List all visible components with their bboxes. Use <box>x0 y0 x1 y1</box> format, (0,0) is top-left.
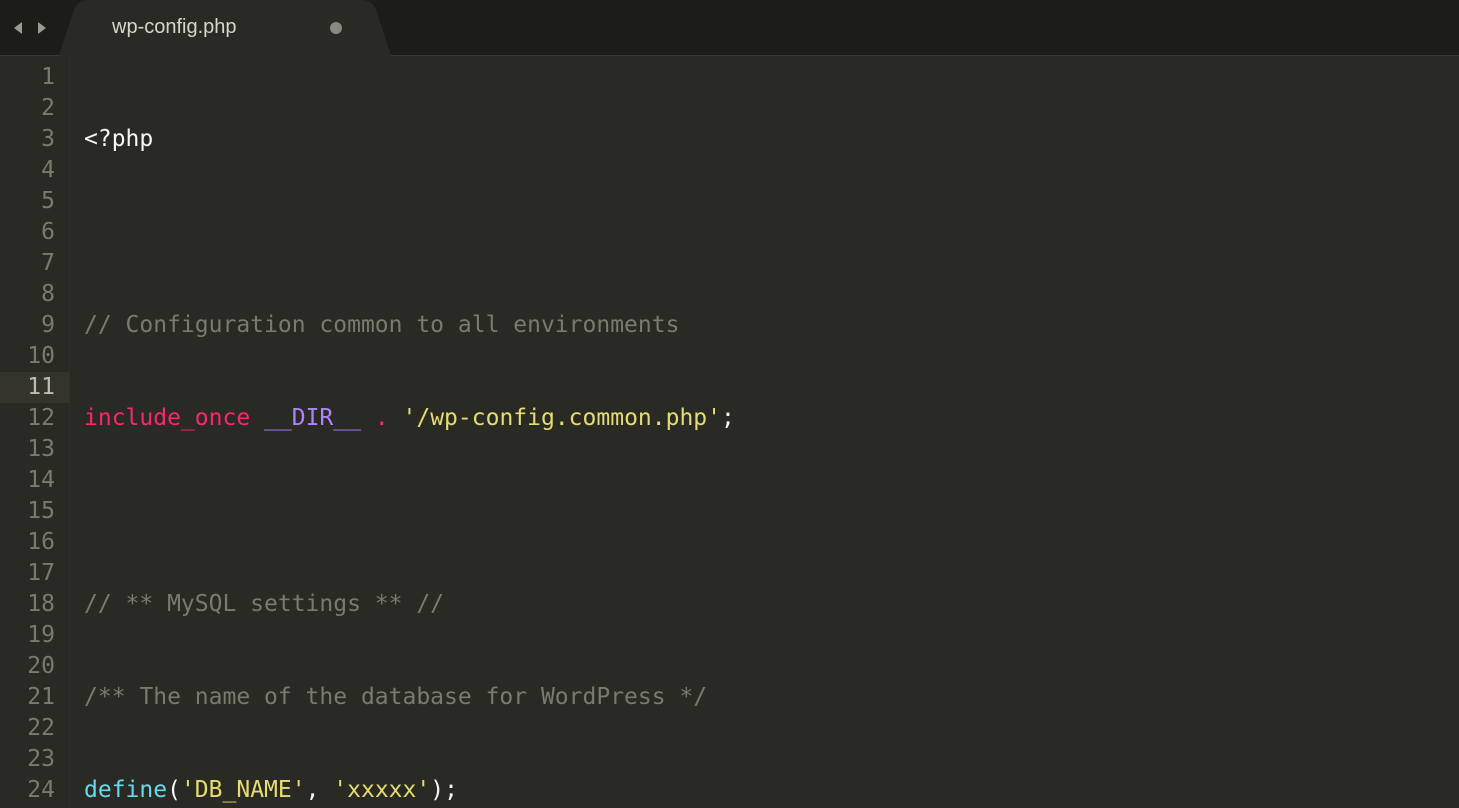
code-line: /** The name of the database for WordPre… <box>84 682 1459 713</box>
line-number: 2 <box>0 93 55 124</box>
function-call: define <box>84 777 167 803</box>
line-number: 22 <box>0 713 55 744</box>
line-number: 5 <box>0 186 55 217</box>
magic-constant: __DIR__ <box>264 405 361 431</box>
code-line: <?php <box>84 124 1459 155</box>
code-line <box>84 496 1459 527</box>
line-number: 23 <box>0 744 55 775</box>
comment: // Configuration common to all environme… <box>84 312 679 338</box>
code-content[interactable]: <?php // Configuration common to all env… <box>70 56 1459 808</box>
line-number: 11 <box>0 372 69 403</box>
line-number: 18 <box>0 589 55 620</box>
line-number: 8 <box>0 279 55 310</box>
line-number: 10 <box>0 341 55 372</box>
line-number: 21 <box>0 682 55 713</box>
string: '/wp-config.common.php' <box>403 405 722 431</box>
nav-back-button[interactable] <box>10 19 28 37</box>
line-number: 4 <box>0 155 55 186</box>
triangle-right-icon <box>33 20 49 36</box>
string: 'xxxxx' <box>333 777 430 803</box>
code-editor[interactable]: 1 2 3 4 5 6 7 8 9 10 11 12 13 14 15 16 1… <box>0 56 1459 808</box>
line-number: 20 <box>0 651 55 682</box>
unsaved-indicator-icon <box>330 22 342 34</box>
triangle-left-icon <box>11 20 27 36</box>
comment: /** The name of the database for WordPre… <box>84 684 707 710</box>
line-number: 6 <box>0 217 55 248</box>
line-number: 17 <box>0 558 55 589</box>
comment: // ** MySQL settings ** // <box>84 591 444 617</box>
string: 'DB_NAME' <box>181 777 306 803</box>
line-number: 14 <box>0 465 55 496</box>
line-number: 19 <box>0 620 55 651</box>
line-number: 7 <box>0 248 55 279</box>
operator: . <box>361 405 403 431</box>
code-line <box>84 217 1459 248</box>
punct: ; <box>721 405 735 431</box>
line-number: 16 <box>0 527 55 558</box>
keyword: include_once <box>84 405 250 431</box>
nav-arrows <box>0 19 62 37</box>
line-number-gutter: 1 2 3 4 5 6 7 8 9 10 11 12 13 14 15 16 1… <box>0 56 70 808</box>
code-line: define('DB_NAME', 'xxxxx'); <box>84 775 1459 806</box>
php-open-tag: <?php <box>84 126 153 152</box>
code-line: include_once __DIR__ . '/wp-config.commo… <box>84 403 1459 434</box>
line-number: 1 <box>0 62 55 93</box>
line-number: 15 <box>0 496 55 527</box>
line-number: 12 <box>0 403 55 434</box>
code-line: // Configuration common to all environme… <box>84 310 1459 341</box>
line-number: 13 <box>0 434 55 465</box>
file-tab[interactable]: wp-config.php <box>90 0 360 56</box>
line-number: 3 <box>0 124 55 155</box>
code-line: // ** MySQL settings ** // <box>84 589 1459 620</box>
line-number: 9 <box>0 310 55 341</box>
tab-bar: wp-config.php <box>0 0 1459 56</box>
nav-forward-button[interactable] <box>32 19 50 37</box>
line-number: 24 <box>0 775 55 806</box>
file-tab-title: wp-config.php <box>112 16 237 39</box>
